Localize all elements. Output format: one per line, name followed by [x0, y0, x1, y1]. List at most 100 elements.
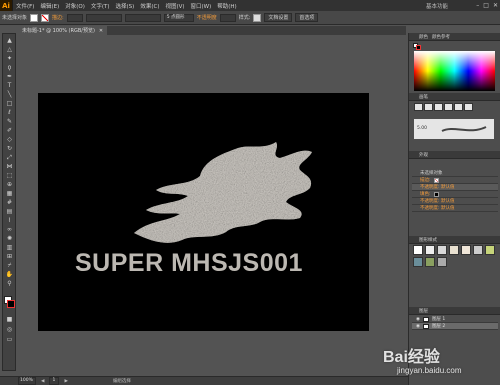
brush-preset-5[interactable] — [454, 103, 463, 111]
tab-color-guide[interactable]: 颜色参考 — [432, 34, 450, 40]
perspective-grid-tool-icon[interactable]: ▦ — [5, 190, 14, 197]
color-mode-icon[interactable]: ■ — [5, 316, 14, 323]
shape-builder-tool-icon[interactable]: ⊕ — [5, 181, 14, 188]
menu-type[interactable]: 文字(T) — [88, 2, 113, 10]
stroke-label[interactable]: 描边: — [52, 14, 64, 21]
tab-layers[interactable]: 图层 — [419, 308, 428, 314]
magic-wand-tool-icon[interactable]: ✦ — [5, 55, 14, 62]
stroke-swatch[interactable] — [41, 13, 50, 22]
menu-edit[interactable]: 编辑(E) — [37, 2, 62, 10]
stroke-weight-field[interactable] — [66, 13, 83, 22]
lasso-tool-icon[interactable]: ϙ — [5, 64, 14, 71]
menu-object[interactable]: 对象(O) — [62, 2, 88, 10]
layer-row-2[interactable]: ◉ 图层 2 — [412, 323, 498, 330]
panel-stroke-swatch[interactable] — [416, 45, 421, 50]
brush-definition-dropdown[interactable] — [124, 13, 161, 22]
artboard-tool-icon[interactable]: ⊞ — [5, 253, 14, 260]
appearance-opacity-label-1[interactable]: 不透明度: 默认值 — [420, 184, 454, 190]
menu-file[interactable]: 文件(F) — [13, 2, 37, 10]
pencil-tool-icon[interactable]: ✎ — [5, 118, 14, 125]
menu-effect[interactable]: 效果(C) — [137, 2, 162, 10]
rough-paint-stroke[interactable] — [130, 138, 315, 248]
menu-view[interactable]: 视图(V) — [162, 2, 187, 10]
document-tab[interactable]: 未标题-1* @ 100% (RGB/预览) ✕ — [18, 26, 108, 35]
line-tool-icon[interactable]: ╲ — [5, 91, 14, 98]
brush-stroke-preview[interactable]: 5.00 — [414, 119, 494, 139]
layer-name-1[interactable]: 图层 1 — [432, 316, 445, 322]
stroke-color-box[interactable] — [7, 300, 15, 308]
graphic-style-3[interactable] — [437, 245, 447, 255]
close-tab-icon[interactable]: ✕ — [99, 28, 103, 34]
screen-mode-icon[interactable]: ▭ — [5, 336, 14, 343]
width-tool-icon[interactable]: ⋈ — [5, 163, 14, 170]
preferences-button[interactable]: 首选项 — [295, 13, 319, 22]
eyedropper-tool-icon[interactable]: ⌇ — [5, 217, 14, 224]
graphic-style-8[interactable] — [413, 257, 423, 267]
rotate-tool-icon[interactable]: ↻ — [5, 145, 14, 152]
graphic-style-6[interactable] — [473, 245, 483, 255]
appearance-opacity-label-2[interactable]: 不透明度: 默认值 — [420, 198, 454, 204]
color-spectrum[interactable] — [414, 51, 495, 91]
graphic-style-2[interactable] — [425, 245, 435, 255]
close-icon[interactable]: ✕ — [493, 2, 498, 9]
next-artboard-icon[interactable]: ▶ — [64, 379, 67, 384]
brush-preset-6[interactable] — [464, 103, 473, 111]
direct-selection-tool-icon[interactable]: △ — [5, 46, 14, 53]
tab-brushes[interactable]: 画笔 — [419, 94, 428, 100]
workspace-switcher[interactable]: 基本功能 — [426, 0, 448, 11]
appearance-stroke-row[interactable]: 描边: — [412, 177, 498, 184]
graphic-style-7[interactable] — [485, 245, 495, 255]
layer-row-1[interactable]: ◉ 图层 1 — [412, 316, 498, 323]
brush-preset-4[interactable] — [444, 103, 453, 111]
graphic-style-9[interactable] — [425, 257, 435, 267]
scale-tool-icon[interactable]: ⤢ — [5, 154, 14, 161]
appearance-opacity-row-2[interactable]: 不透明度: 默认值 — [412, 198, 498, 205]
tab-color[interactable]: 颜色 — [419, 34, 428, 40]
fill-swatch[interactable] — [30, 13, 39, 22]
appearance-fill-swatch[interactable] — [433, 191, 439, 197]
visibility-eye-icon[interactable]: ◉ — [416, 324, 420, 329]
menu-help[interactable]: 帮助(H) — [214, 2, 239, 10]
tab-graphic-styles[interactable]: 图形样式 — [419, 237, 437, 243]
document-setup-button[interactable]: 文档设置 — [264, 13, 293, 22]
brush-size-dropdown[interactable]: 5 点圆形 — [163, 13, 194, 22]
style-swatch[interactable] — [253, 13, 262, 22]
paintbrush-tool-icon[interactable]: ℓ — [5, 109, 14, 116]
graphic-style-4[interactable] — [449, 245, 459, 255]
appearance-opacity-label-3[interactable]: 不透明度: 默认值 — [420, 205, 454, 211]
appearance-opacity-row-1[interactable]: 不透明度: 默认值 — [412, 184, 498, 191]
prev-artboard-icon[interactable]: ◀ — [41, 379, 44, 384]
symbol-sprayer-tool-icon[interactable]: ✺ — [5, 235, 14, 242]
zoom-dropdown[interactable]: 100% — [18, 377, 36, 385]
pen-tool-icon[interactable]: ✒ — [5, 73, 14, 80]
slice-tool-icon[interactable]: ⌿ — [5, 262, 14, 269]
hand-tool-icon[interactable]: ✋ — [5, 271, 14, 278]
opacity-field[interactable] — [219, 13, 236, 22]
type-tool-icon[interactable]: T — [5, 82, 14, 89]
opacity-label[interactable]: 不透明度 — [197, 14, 217, 21]
appearance-fill-label[interactable]: 填色: — [420, 191, 431, 197]
appearance-stroke-swatch[interactable] — [433, 177, 439, 183]
visibility-eye-icon[interactable]: ◉ — [416, 317, 420, 322]
eraser-tool-icon[interactable]: ◇ — [5, 136, 14, 143]
zoom-tool-icon[interactable]: ⚲ — [5, 280, 14, 287]
blend-tool-icon[interactable]: ∞ — [5, 226, 14, 233]
tab-appearance[interactable]: 外观 — [419, 152, 428, 158]
menu-select[interactable]: 选择(S) — [113, 2, 138, 10]
appearance-fill-row[interactable]: 填色: — [412, 191, 498, 198]
column-graph-tool-icon[interactable]: ▥ — [5, 244, 14, 251]
layer-name-2[interactable]: 图层 2 — [432, 323, 445, 329]
menu-window[interactable]: 窗口(W) — [188, 2, 215, 10]
brush-preset-2[interactable] — [424, 103, 433, 111]
free-transform-tool-icon[interactable]: ⬚ — [5, 172, 14, 179]
artboard-heading-text[interactable]: SUPER MHSJS001 — [75, 249, 303, 278]
rectangle-tool-icon[interactable]: □ — [5, 100, 14, 107]
graphic-style-1[interactable] — [413, 245, 423, 255]
artboard[interactable]: SUPER MHSJS001 — [38, 93, 369, 331]
appearance-opacity-row-3[interactable]: 不透明度: 默认值 — [412, 205, 498, 212]
variable-width-dropdown[interactable] — [85, 13, 122, 22]
artboard-number-field[interactable]: 1 — [49, 377, 60, 385]
appearance-stroke-label[interactable]: 描边: — [420, 177, 431, 183]
selection-tool-icon[interactable]: ▲ — [5, 37, 14, 44]
maximize-icon[interactable]: □ — [483, 2, 489, 9]
